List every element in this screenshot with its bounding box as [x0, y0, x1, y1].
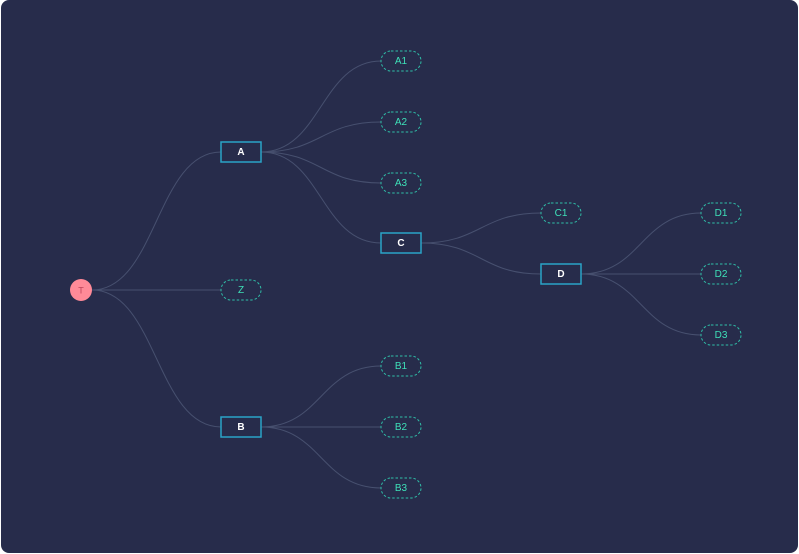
node-b2-label: B2 — [395, 422, 408, 433]
node-c1-label: C1 — [555, 208, 568, 219]
node-c[interactable]: C — [380, 232, 422, 254]
node-a2[interactable]: A2 — [380, 111, 422, 133]
node-c-label: C — [397, 238, 404, 249]
node-a[interactable]: A — [220, 141, 262, 163]
node-d2[interactable]: D2 — [700, 263, 742, 285]
edge-d-d3 — [580, 273, 702, 336]
edge-a-a1 — [260, 60, 382, 153]
edge-t-a — [91, 151, 222, 291]
node-a1[interactable]: A1 — [380, 50, 422, 72]
node-b3[interactable]: B3 — [380, 477, 422, 499]
node-d3-label: D3 — [715, 330, 728, 341]
edge-c-d — [420, 242, 542, 275]
node-b1[interactable]: B1 — [380, 355, 422, 377]
node-a3[interactable]: A3 — [380, 172, 422, 194]
node-z[interactable]: Z — [220, 279, 262, 301]
node-z-label: Z — [238, 285, 244, 296]
edge-d-d1 — [580, 212, 702, 275]
node-d[interactable]: D — [540, 263, 582, 285]
node-d3[interactable]: D3 — [700, 324, 742, 346]
edge-t-b — [91, 289, 222, 428]
edge-a-a2 — [260, 121, 382, 153]
edge-b-b3 — [260, 426, 382, 489]
node-a2-label: A2 — [395, 117, 408, 128]
node-c1[interactable]: C1 — [540, 202, 582, 224]
diagram-canvas: T A Z B A1 A2 A3 C B1 B2 B3 C1 D D1 D2 D3 — [1, 0, 798, 553]
node-d1[interactable]: D1 — [700, 202, 742, 224]
node-t[interactable]: T — [70, 279, 92, 301]
edge-c-c1 — [420, 212, 542, 244]
node-b2[interactable]: B2 — [380, 416, 422, 438]
edge-a-c — [260, 151, 382, 244]
node-a-label: A — [237, 147, 244, 158]
node-a1-label: A1 — [395, 56, 408, 67]
edge-a-a3 — [260, 151, 382, 184]
tree-diagram: T A Z B A1 A2 A3 C B1 B2 B3 C1 D D1 D2 D3 — [70, 50, 742, 499]
node-d1-label: D1 — [715, 208, 728, 219]
node-d-label: D — [557, 269, 564, 280]
node-b1-label: B1 — [395, 361, 408, 372]
edge-b-b1 — [260, 365, 382, 428]
node-t-label: T — [78, 286, 84, 296]
node-a3-label: A3 — [395, 178, 408, 189]
node-d2-label: D2 — [715, 269, 728, 280]
node-b-label: B — [237, 422, 244, 433]
node-b3-label: B3 — [395, 483, 408, 494]
node-b[interactable]: B — [220, 416, 262, 438]
